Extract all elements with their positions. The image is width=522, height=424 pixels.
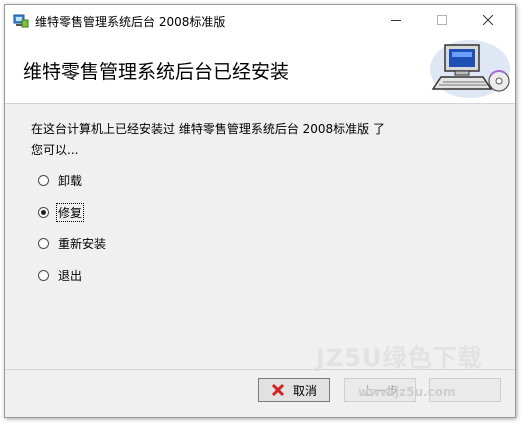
maximize-button[interactable] (419, 5, 465, 35)
radio-button[interactable] (38, 238, 49, 249)
radio-button[interactable] (38, 270, 49, 281)
footer-divider (5, 369, 515, 370)
radio-button-checked[interactable] (38, 207, 49, 218)
installer-icon (13, 14, 29, 28)
option-exit[interactable]: 退出 (38, 267, 83, 284)
radio-button[interactable] (38, 175, 49, 186)
option-label[interactable]: 修复 (55, 203, 85, 222)
red-x-icon (271, 383, 285, 397)
installer-window: 维特零售管理系统后台 2008标准版 维特零售管理系统后台已经安装 在这台计算机… (4, 4, 516, 418)
banner-title: 维特零售管理系统后台已经安装 (23, 61, 290, 83)
close-button[interactable] (465, 5, 511, 35)
option-reinstall[interactable]: 重新安装 (38, 235, 107, 252)
minimize-button[interactable] (373, 5, 419, 35)
installed-message: 在这台计算机上已经安装过 维特零售管理系统后台 2008标准版 了 (31, 122, 385, 136)
cancel-button-label: 取消 (292, 383, 317, 398)
option-label[interactable]: 重新安装 (57, 235, 107, 252)
maximize-icon (437, 15, 447, 25)
title-bar[interactable]: 维特零售管理系统后台 2008标准版 (5, 5, 515, 35)
window-title: 维特零售管理系统后台 2008标准版 (35, 15, 226, 29)
option-repair[interactable]: 修复 (38, 203, 85, 222)
computer-cd-icon (430, 40, 510, 98)
close-icon (483, 15, 493, 25)
watermark-url: www.jz5u.com (358, 385, 456, 399)
options-prompt: 您可以... (31, 143, 79, 157)
option-uninstall[interactable]: 卸载 (38, 172, 83, 189)
cancel-button[interactable]: 取消 (258, 378, 330, 402)
option-label[interactable]: 退出 (57, 267, 83, 284)
watermark-text: JZ5U绿色下载 (316, 344, 483, 372)
header-banner: 维特零售管理系统后台已经安装 (5, 35, 515, 104)
minimize-icon (391, 20, 401, 21)
option-label[interactable]: 卸载 (57, 172, 83, 189)
